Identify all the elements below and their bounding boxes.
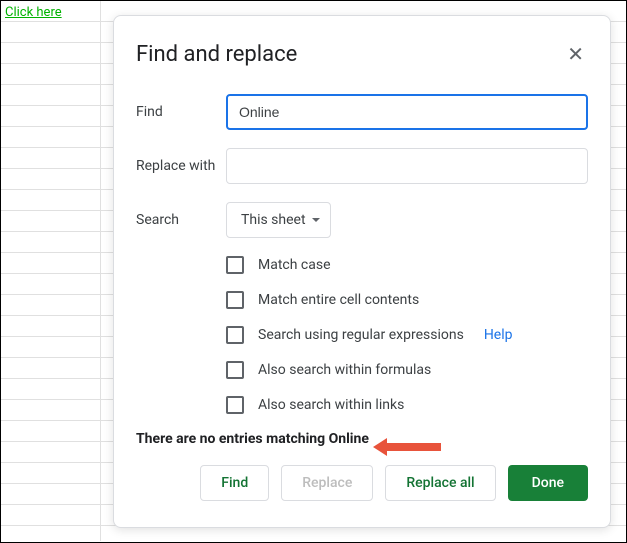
replace-all-button[interactable]: Replace all: [385, 465, 495, 501]
formulas-checkbox[interactable]: [226, 361, 244, 379]
status-message: There are no entries matching Online: [136, 431, 588, 447]
regex-checkbox[interactable]: [226, 326, 244, 344]
help-link[interactable]: Help: [484, 327, 513, 343]
match-entire-checkbox[interactable]: [226, 291, 244, 309]
cell-link[interactable]: Click here: [1, 3, 66, 22]
find-label: Find: [136, 104, 226, 120]
dialog-title: Find and replace: [136, 42, 297, 67]
formulas-label: Also search within formulas: [258, 362, 431, 378]
find-button[interactable]: Find: [200, 465, 269, 501]
close-icon[interactable]: ✕: [563, 38, 588, 70]
search-scope-dropdown[interactable]: This sheet: [226, 202, 331, 238]
match-case-label: Match case: [258, 257, 331, 273]
replace-input[interactable]: [226, 148, 588, 184]
find-input[interactable]: [226, 94, 588, 130]
match-entire-label: Match entire cell contents: [258, 292, 419, 308]
replace-label: Replace with: [136, 158, 226, 174]
search-label: Search: [136, 212, 226, 228]
match-case-checkbox[interactable]: [226, 256, 244, 274]
replace-button[interactable]: Replace: [281, 465, 373, 501]
search-scope-value: This sheet: [241, 212, 306, 228]
regex-label: Search using regular expressions: [258, 327, 464, 343]
links-checkbox[interactable]: [226, 396, 244, 414]
links-label: Also search within links: [258, 397, 404, 413]
find-replace-dialog: Find and replace ✕ Find Replace with Sea…: [113, 15, 611, 528]
done-button[interactable]: Done: [508, 465, 588, 501]
chevron-down-icon: [312, 218, 320, 222]
